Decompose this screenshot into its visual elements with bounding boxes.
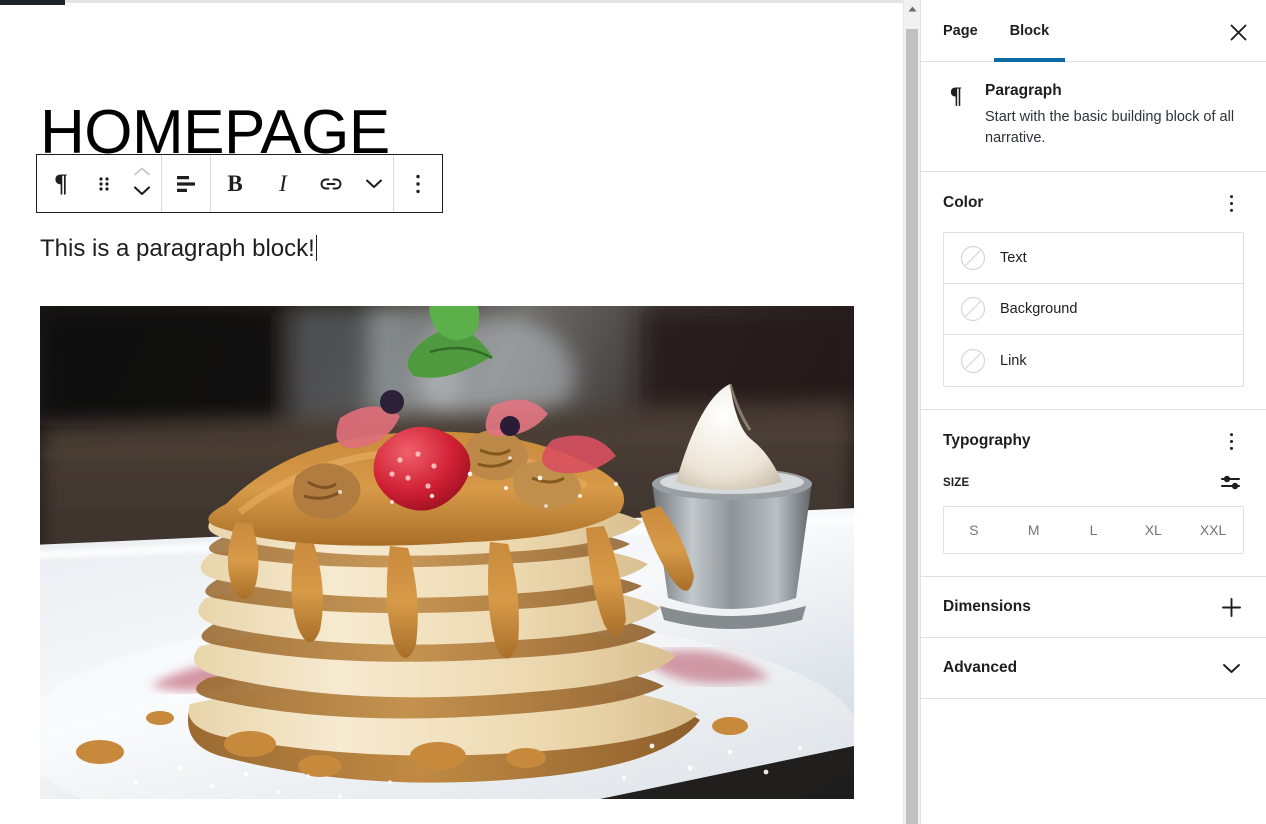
sliders-icon [1221, 475, 1240, 490]
italic-button[interactable]: I [259, 155, 307, 212]
paragraph-block[interactable]: This is a paragraph block! [40, 233, 318, 265]
align-left-icon [177, 175, 195, 192]
vertical-ellipsis-icon [416, 174, 420, 193]
font-size-header: SIZE [943, 470, 1244, 496]
sidebar-tabs: Page Block [921, 0, 1266, 62]
color-panel-header: Color [943, 190, 1244, 216]
color-row-background[interactable]: Background [944, 284, 1243, 336]
toolbar-group-options [394, 155, 442, 212]
scrollbar-thumb[interactable] [906, 29, 918, 824]
advanced-panel-toggle[interactable]: Advanced [921, 638, 1266, 700]
align-text-button[interactable] [162, 155, 210, 212]
no-color-swatch-icon [960, 296, 986, 322]
color-row-label: Link [1000, 352, 1027, 369]
more-rich-text-button[interactable] [355, 155, 393, 212]
color-row-link[interactable]: Link [944, 335, 1243, 387]
link-icon [320, 178, 342, 189]
color-panel-title: Color [943, 194, 984, 212]
paragraph-text: This is a paragraph block! [40, 235, 315, 262]
block-editor-screen: HOMEPAGE This is a paragraph block! ¶ B … [0, 0, 1266, 824]
font-size-xxl[interactable]: XXL [1183, 507, 1243, 554]
dimensions-panel-toggle[interactable]: Dimensions [921, 577, 1266, 639]
block-mover[interactable] [123, 155, 161, 212]
settings-sidebar: Page Block ¶ Paragraph Start with the ba… [920, 0, 1266, 824]
color-panel: Color Text Background Link [921, 172, 1266, 411]
image-block[interactable] [40, 306, 854, 799]
toolbar-group-format: B I [211, 155, 394, 212]
block-card-description: Start with the basic building block of a… [985, 109, 1235, 147]
scrollbar-up-button[interactable] [904, 0, 920, 17]
editor-canvas[interactable]: HOMEPAGE This is a paragraph block! ¶ B … [0, 5, 903, 824]
move-up-button[interactable] [133, 165, 151, 183]
advanced-panel-title: Advanced [943, 659, 1018, 677]
color-row-text[interactable]: Text [944, 233, 1243, 285]
vertical-ellipsis-icon [1229, 194, 1233, 212]
font-size-label: SIZE [943, 477, 970, 490]
chevron-down-icon [133, 186, 151, 196]
bold-label: B [227, 171, 243, 196]
chevron-down-icon [366, 179, 382, 188]
paragraph-icon: ¶ [949, 83, 963, 108]
chevron-up-icon [134, 167, 150, 176]
drag-handle-icon [99, 176, 109, 191]
block-toolbar[interactable]: ¶ B I [36, 154, 443, 213]
scroll-up-arrow-icon [908, 6, 916, 11]
font-size-m[interactable]: M [1003, 507, 1064, 554]
move-down-button[interactable] [133, 184, 151, 202]
tab-page[interactable]: Page [927, 0, 994, 62]
chevron-down-icon [1218, 655, 1244, 681]
font-size-s[interactable]: S [944, 507, 1004, 554]
block-options-button[interactable] [394, 155, 442, 212]
close-settings-button[interactable] [1220, 14, 1256, 50]
close-icon [1230, 24, 1246, 40]
pancake-photo [40, 306, 854, 799]
typography-panel: Typography SIZE S M L XL XXL [921, 410, 1266, 578]
toolbar-group-align [162, 155, 211, 212]
typography-panel-title: Typography [943, 432, 1031, 450]
color-option-list: Text Background Link [943, 232, 1244, 388]
color-options-button[interactable] [1218, 190, 1244, 216]
canvas-top-divider [65, 0, 903, 3]
canvas-scrollbar[interactable] [903, 0, 920, 824]
custom-size-button[interactable] [1218, 470, 1244, 496]
block-type-button[interactable]: ¶ [37, 155, 85, 212]
vertical-ellipsis-icon [1229, 432, 1233, 450]
text-caret [315, 235, 318, 261]
color-row-label: Text [1000, 250, 1027, 267]
typography-panel-header: Typography [943, 428, 1244, 454]
italic-label: I [279, 171, 287, 196]
paragraph-icon: ¶ [54, 170, 68, 197]
bold-button[interactable]: B [211, 155, 259, 212]
typography-options-button[interactable] [1218, 428, 1244, 454]
dimensions-panel-title: Dimensions [943, 598, 1031, 616]
drag-handle-button[interactable] [85, 155, 123, 212]
no-color-swatch-icon [960, 245, 986, 271]
font-size-button-group: S M L XL XXL [943, 506, 1244, 555]
font-size-l[interactable]: L [1063, 507, 1124, 554]
tab-block[interactable]: Block [993, 0, 1066, 62]
link-button[interactable] [307, 155, 355, 212]
font-size-xl[interactable]: XL [1123, 507, 1184, 554]
toolbar-group-block: ¶ [37, 155, 162, 212]
block-card: ¶ Paragraph Start with the basic buildin… [921, 62, 1266, 173]
plus-icon [1218, 594, 1244, 620]
block-card-title: Paragraph [985, 82, 1062, 99]
color-row-label: Background [1000, 301, 1078, 318]
no-color-swatch-icon [960, 348, 986, 373]
